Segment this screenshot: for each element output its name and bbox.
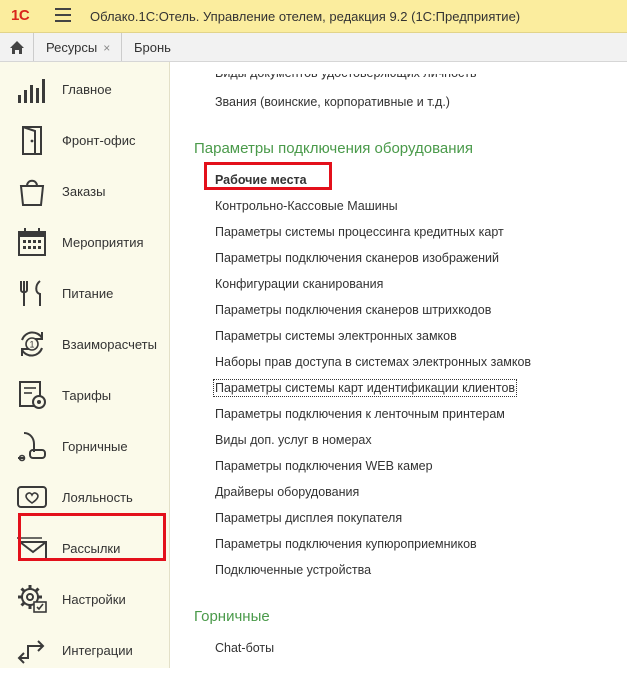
settings-link[interactable]: Параметры дисплея покупателя [215, 511, 402, 525]
app-logo[interactable]: 1С [11, 7, 30, 24]
settings-link[interactable]: Виды документов удостоверяющих личность [215, 74, 477, 80]
tab-resources[interactable]: Ресурсы × [34, 33, 122, 61]
vacuum-cleaner-icon [18, 432, 46, 462]
sidebar-item-main[interactable]: Главное [0, 65, 170, 115]
gear-settings-icon [18, 585, 47, 613]
main-menu-icon[interactable] [55, 8, 71, 22]
settings-link[interactable]: Звания (воинские, корпоративные и т.д.) [215, 95, 450, 109]
sidebar-item-label: Взаиморасчеты [62, 337, 157, 352]
settings-link[interactable]: Параметры подключения сканеров штрихкодо… [215, 303, 491, 317]
tab-label: Ресурсы [46, 40, 98, 55]
sidebar-item-label: Мероприятия [62, 235, 144, 250]
tariff-tag-icon [19, 381, 46, 409]
sidebar-item-front-office[interactable]: Фронт-офис [0, 116, 170, 166]
settings-link[interactable]: Наборы прав доступа в системах электронн… [215, 355, 531, 369]
settings-link[interactable]: Chat-боты [215, 641, 274, 655]
sidebar-item-label: Тарифы [62, 388, 112, 403]
settings-link[interactable]: Драйверы оборудования [215, 485, 359, 499]
heart-card-icon [17, 486, 47, 508]
workplaces-highlight [204, 162, 332, 190]
settings-link[interactable]: Параметры системы электронных замков [215, 329, 457, 343]
door-icon [22, 126, 42, 155]
sidebar-item-orders[interactable]: Заказы [0, 167, 170, 217]
sidebar-item-label: Главное [62, 82, 112, 97]
settings-link[interactable]: Подключенные устройства [215, 563, 371, 577]
settings-content: Виды документов удостоверяющих личность … [171, 62, 627, 668]
sidebar-item-label: Фронт-офис [62, 133, 136, 148]
settings-link[interactable]: Конфигурации сканирования [215, 277, 383, 291]
sidebar-item-label: Интеграции [62, 643, 133, 658]
sidebar-item-events[interactable]: Мероприятия [0, 218, 170, 268]
circular-arrows-icon: 1 [21, 331, 43, 357]
bar-chart-icon [18, 79, 45, 103]
section-title-housekeeping: Горничные [194, 608, 270, 625]
sidebar-item-settlements[interactable]: 1 Взаиморасчеты [0, 320, 170, 370]
sidebar-item-settings[interactable]: Настройки [0, 575, 170, 625]
fork-knife-icon [20, 280, 41, 306]
settings-link[interactable]: Параметры подключения к ленточным принте… [215, 407, 505, 421]
sidebar-item-integrations[interactable]: Интеграции [0, 626, 170, 676]
tab-close-icon[interactable]: × [103, 41, 110, 55]
settings-link[interactable]: Параметры системы процессинга кредитных … [215, 225, 504, 239]
sidebar-item-housekeeping[interactable]: Горничные [0, 422, 170, 472]
settings-link[interactable]: Параметры подключения сканеров изображен… [215, 251, 499, 265]
sidebar-item-label: Лояльность [62, 490, 133, 505]
window-title: Облако.1С:Отель. Управление отелем, реда… [90, 9, 521, 24]
tab-label: Бронь [134, 40, 171, 55]
settings-link-focused[interactable]: Параметры системы карт идентификации кли… [212, 379, 518, 397]
home-tab[interactable] [0, 33, 34, 61]
sidebar-item-label: Заказы [62, 184, 106, 199]
sidebar-item-label: Горничные [62, 439, 128, 454]
tab-booking[interactable]: Бронь [122, 33, 182, 61]
svg-text:1: 1 [29, 340, 34, 350]
selected-item-highlight [18, 513, 166, 561]
sidebar-item-catering[interactable]: Питание [0, 269, 170, 319]
shopping-bag-icon [19, 179, 45, 206]
calendar-icon [18, 228, 46, 256]
settings-link[interactable]: Параметры подключения купюроприемников [215, 537, 477, 551]
home-icon [10, 41, 24, 54]
settings-link[interactable]: Виды доп. услуг в номерах [215, 433, 372, 447]
integration-arrows-icon [17, 640, 45, 664]
settings-link[interactable]: Контрольно-Кассовые Машины [215, 199, 398, 213]
title-bar: 1С Облако.1С:Отель. Управление отелем, р… [0, 0, 627, 33]
tab-bar: Ресурсы × Бронь [0, 33, 627, 62]
sidebar: Главное Фронт-офис Заказы Мероприятия Пи… [0, 62, 170, 668]
sidebar-item-label: Настройки [62, 592, 126, 607]
section-title-equipment: Параметры подключения оборудования [194, 140, 474, 157]
sidebar-item-label: Питание [62, 286, 114, 301]
settings-link[interactable]: Параметры подключения WEB камер [215, 459, 433, 473]
sidebar-item-tariffs[interactable]: Тарифы [0, 371, 170, 421]
